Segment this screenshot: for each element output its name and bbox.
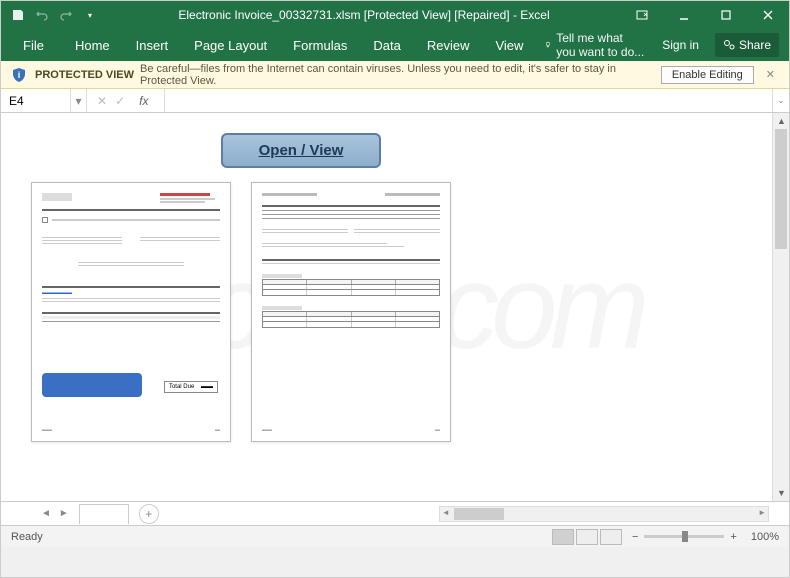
tab-review[interactable]: Review: [414, 29, 483, 61]
cancel-formula-icon[interactable]: ✕: [97, 94, 107, 108]
tab-data[interactable]: Data: [360, 29, 413, 61]
horizontal-scrollbar[interactable]: ◄ ►: [439, 506, 769, 522]
view-normal-button[interactable]: [552, 529, 574, 545]
open-view-button[interactable]: Open / View: [221, 133, 381, 168]
save-icon[interactable]: [11, 8, 25, 22]
scroll-right-icon[interactable]: ►: [758, 508, 766, 517]
zoom-in-button[interactable]: +: [730, 531, 736, 543]
share-icon: [723, 39, 735, 51]
vertical-scroll-thumb[interactable]: [775, 129, 787, 249]
horizontal-scroll-thumb[interactable]: [454, 508, 504, 520]
sheet-nav-last-icon[interactable]: ►: [59, 508, 69, 519]
qat-dropdown-icon[interactable]: ▾: [83, 8, 97, 22]
sheet-nav-first-icon[interactable]: ◄: [41, 508, 51, 519]
status-ready: Ready: [11, 531, 552, 543]
zoom-level[interactable]: 100%: [751, 531, 779, 543]
add-sheet-button[interactable]: +: [139, 504, 159, 524]
protected-view-message: Be careful—files from the Internet can c…: [140, 63, 661, 87]
zoom-slider[interactable]: [644, 535, 724, 538]
document-preview-2: ▬▬▬: [251, 182, 451, 442]
formula-expand-icon[interactable]: ⌄: [772, 89, 789, 112]
document-preview-1: ▬▬▬▬▬▬ Total Due ▬▬ ▬▬▬: [31, 182, 231, 442]
tell-me-search[interactable]: Tell me what you want to do...: [536, 31, 652, 59]
tab-page-layout[interactable]: Page Layout: [181, 29, 280, 61]
redo-icon[interactable]: [59, 8, 73, 22]
zoom-out-button[interactable]: −: [632, 531, 638, 543]
enable-editing-button[interactable]: Enable Editing: [661, 66, 754, 84]
maximize-button[interactable]: [705, 1, 747, 29]
share-button[interactable]: Share: [715, 33, 779, 57]
scroll-down-icon[interactable]: ▼: [773, 485, 789, 501]
formula-bar: E4 ▾ ✕ ✓ fx ⌄: [1, 89, 789, 113]
sheet-tab-bar: ◄ ► + ◄ ►: [1, 501, 789, 525]
vertical-scrollbar[interactable]: ▲ ▼: [772, 113, 789, 501]
status-bar: Ready − + 100%: [1, 525, 789, 547]
sign-in-link[interactable]: Sign in: [652, 38, 709, 52]
shield-icon: i: [11, 67, 27, 83]
titlebar: ▾ Electronic Invoice_00332731.xlsm [Prot…: [1, 1, 789, 29]
window-title: Electronic Invoice_00332731.xlsm [Protec…: [107, 8, 621, 22]
minimize-button[interactable]: [663, 1, 705, 29]
undo-icon[interactable]: [35, 8, 49, 22]
name-box[interactable]: E4: [1, 89, 71, 112]
tab-insert[interactable]: Insert: [123, 29, 182, 61]
name-box-dropdown-icon[interactable]: ▾: [71, 89, 87, 112]
fx-icon[interactable]: fx: [133, 94, 154, 108]
zoom-slider-handle[interactable]: [682, 531, 688, 542]
tab-view[interactable]: View: [482, 29, 536, 61]
scroll-up-icon[interactable]: ▲: [773, 113, 789, 129]
scroll-left-icon[interactable]: ◄: [442, 508, 450, 517]
tab-home[interactable]: Home: [62, 29, 123, 61]
view-page-layout-button[interactable]: [576, 529, 598, 545]
tab-formulas[interactable]: Formulas: [280, 29, 360, 61]
close-button[interactable]: [747, 1, 789, 29]
ribbon-display-button[interactable]: [621, 1, 663, 29]
protected-view-bar: i PROTECTED VIEW Be careful—files from t…: [1, 61, 789, 89]
enter-formula-icon[interactable]: ✓: [115, 94, 125, 108]
protected-view-title: PROTECTED VIEW: [35, 69, 134, 81]
tab-file[interactable]: File: [5, 29, 62, 61]
view-page-break-button[interactable]: [600, 529, 622, 545]
svg-text:i: i: [18, 70, 21, 80]
worksheet-area[interactable]: pcrisk.com Open / View: [1, 113, 789, 501]
protected-view-close-icon[interactable]: ✕: [762, 68, 779, 81]
lightbulb-icon: [544, 38, 552, 52]
ribbon-tabs: File Home Insert Page Layout Formulas Da…: [1, 29, 789, 61]
